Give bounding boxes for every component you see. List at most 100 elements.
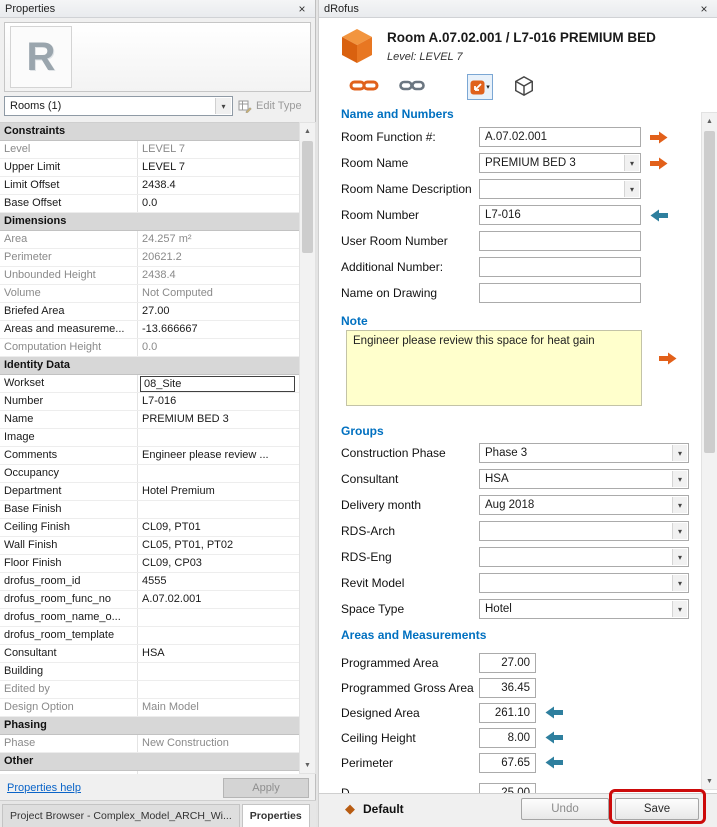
property-value[interactable]: -13.666667 — [138, 321, 299, 338]
chevron-down-icon[interactable]: ▾ — [624, 155, 639, 171]
panel-tab-project-browser-complex-[interactable]: Project Browser - Complex_Model_ARCH_Wi.… — [2, 804, 240, 827]
property-value[interactable]: 20621.2 — [138, 249, 299, 266]
blue-left-arrow[interactable] — [545, 731, 563, 744]
scroll-down-icon[interactable]: ▼ — [702, 773, 717, 789]
edit-type-button[interactable]: Edit Type — [238, 96, 312, 116]
property-value[interactable]: 27.00 — [138, 303, 299, 320]
section-header-constraints[interactable]: Constraints — [0, 123, 299, 141]
chevron-down-icon[interactable]: ▾ — [672, 445, 687, 461]
text-input-ceiling-height[interactable]: 8.00 — [479, 728, 536, 748]
property-value[interactable] — [138, 681, 299, 698]
chevron-down-icon[interactable]: ▾ — [672, 523, 687, 539]
save-button[interactable]: Save — [615, 798, 699, 820]
unlink-icon[interactable] — [399, 77, 425, 97]
property-value[interactable] — [138, 771, 299, 774]
text-input-room-number[interactable]: L7-016 — [479, 205, 641, 225]
apply-button[interactable]: Apply — [223, 778, 309, 798]
property-value[interactable]: LEVEL 7 — [138, 141, 299, 158]
property-value[interactable]: 0.0 — [138, 195, 299, 212]
dropdown-revit-model[interactable]: ▾ — [479, 573, 689, 593]
text-input-programmed-gross-area[interactable]: 36.45 — [479, 678, 536, 698]
default-config-icon[interactable]: ◆ — [345, 801, 355, 817]
dropdown-delivery-month[interactable]: Aug 2018▾ — [479, 495, 689, 515]
chevron-down-icon[interactable]: ▾ — [486, 83, 490, 91]
text-input-designed-area[interactable]: 261.10 — [479, 703, 536, 723]
property-value[interactable]: Not Computed — [138, 285, 299, 302]
chevron-down-icon[interactable]: ▾ — [672, 497, 687, 513]
text-input-user-room-number[interactable] — [479, 231, 641, 251]
orange-right-arrow[interactable] — [650, 157, 668, 170]
property-value[interactable] — [138, 627, 299, 644]
text-input-name-on-drawing[interactable] — [479, 283, 641, 303]
undo-button[interactable]: Undo — [521, 798, 609, 820]
property-value[interactable]: CL09, CP03 — [138, 555, 299, 572]
close-icon[interactable]: × — [696, 2, 712, 16]
property-value[interactable]: 0.0 — [138, 339, 299, 356]
property-value[interactable]: HSA — [138, 645, 299, 662]
properties-titlebar[interactable]: Properties × — [0, 0, 315, 18]
dropdown-room-name-description[interactable]: ▾ — [479, 179, 641, 199]
panel-tab-properties[interactable]: Properties — [242, 804, 310, 827]
property-value[interactable] — [138, 609, 299, 626]
section-header-phasing[interactable]: Phasing — [0, 717, 299, 735]
blue-left-arrow[interactable] — [545, 706, 563, 719]
property-value[interactable]: Hotel Premium — [138, 483, 299, 500]
property-value[interactable]: 4555 — [138, 573, 299, 590]
chevron-down-icon[interactable]: ▾ — [672, 471, 687, 487]
chevron-down-icon[interactable]: ▾ — [215, 98, 231, 114]
property-value[interactable]: 08_Site — [138, 375, 299, 392]
property-value[interactable] — [138, 501, 299, 518]
properties-scrollbar[interactable]: ▲ ▼ — [299, 122, 316, 774]
active-edit-field[interactable]: 08_Site — [140, 376, 295, 392]
property-value[interactable]: CL05, PT01, PT02 — [138, 537, 299, 554]
blue-left-arrow[interactable] — [650, 209, 668, 222]
scroll-up-icon[interactable]: ▲ — [702, 113, 717, 129]
chevron-down-icon[interactable]: ▾ — [672, 549, 687, 565]
dropdown-construction-phase[interactable]: Phase 3▾ — [479, 443, 689, 463]
dropdown-space-type[interactable]: Hotel▾ — [479, 599, 689, 619]
section-header-dimensions[interactable]: Dimensions — [0, 213, 299, 231]
properties-help-link[interactable]: Properties help — [7, 782, 81, 794]
property-value[interactable]: Main Model — [138, 699, 299, 716]
property-value[interactable]: LEVEL 7 — [138, 159, 299, 176]
chevron-down-icon[interactable]: ▾ — [672, 601, 687, 617]
drofus-titlebar[interactable]: dRofus × — [319, 0, 717, 18]
chevron-down-icon[interactable]: ▾ — [624, 181, 639, 197]
scroll-thumb[interactable] — [302, 141, 313, 253]
property-value[interactable]: New Construction — [138, 735, 299, 752]
property-value[interactable] — [138, 465, 299, 482]
orange-right-arrow[interactable] — [650, 131, 668, 144]
section-header-other[interactable]: Other — [0, 753, 299, 771]
type-selector[interactable]: R — [4, 22, 311, 92]
property-value[interactable]: 24.257 m² — [138, 231, 299, 248]
dropdown-rds-arch[interactable]: ▾ — [479, 521, 689, 541]
default-config-label[interactable]: Default — [363, 802, 404, 816]
drofus-window-icon[interactable]: ▾ — [467, 74, 493, 100]
dropdown-rds-eng[interactable]: ▾ — [479, 547, 689, 567]
text-input-programmed-area[interactable]: 27.00 — [479, 653, 536, 673]
type-filter-combo[interactable]: Rooms (1) ▾ — [4, 96, 233, 116]
chevron-down-icon[interactable]: ▾ — [672, 575, 687, 591]
property-value[interactable]: CL09, PT01 — [138, 519, 299, 536]
text-input-additional-number[interactable] — [479, 257, 641, 277]
orange-right-arrow[interactable] — [659, 352, 677, 365]
drofus-scrollbar[interactable]: ▲ ▼ — [701, 112, 717, 790]
property-value[interactable]: L7-016 — [138, 393, 299, 410]
link-icon[interactable] — [349, 77, 379, 97]
section-header-identity-data[interactable]: Identity Data — [0, 357, 299, 375]
dropdown-room-name[interactable]: PREMIUM BED 3▾ — [479, 153, 641, 173]
property-value[interactable] — [138, 663, 299, 680]
scroll-thumb[interactable] — [704, 131, 715, 453]
property-value[interactable]: 2438.4 — [138, 267, 299, 284]
blue-left-arrow[interactable] — [545, 756, 563, 769]
model-cube-icon[interactable] — [513, 75, 535, 100]
property-value[interactable]: Engineer please review ... — [138, 447, 299, 464]
text-input-room-function[interactable]: A.07.02.001 — [479, 127, 641, 147]
scroll-up-icon[interactable]: ▲ — [300, 123, 315, 139]
property-value[interactable] — [138, 429, 299, 446]
note-textarea[interactable]: Engineer please review this space for he… — [346, 330, 642, 406]
property-value[interactable]: 2438.4 — [138, 177, 299, 194]
text-input-perimeter[interactable]: 67.65 — [479, 753, 536, 773]
property-value[interactable]: A.07.02.001 — [138, 591, 299, 608]
scroll-down-icon[interactable]: ▼ — [300, 757, 315, 773]
